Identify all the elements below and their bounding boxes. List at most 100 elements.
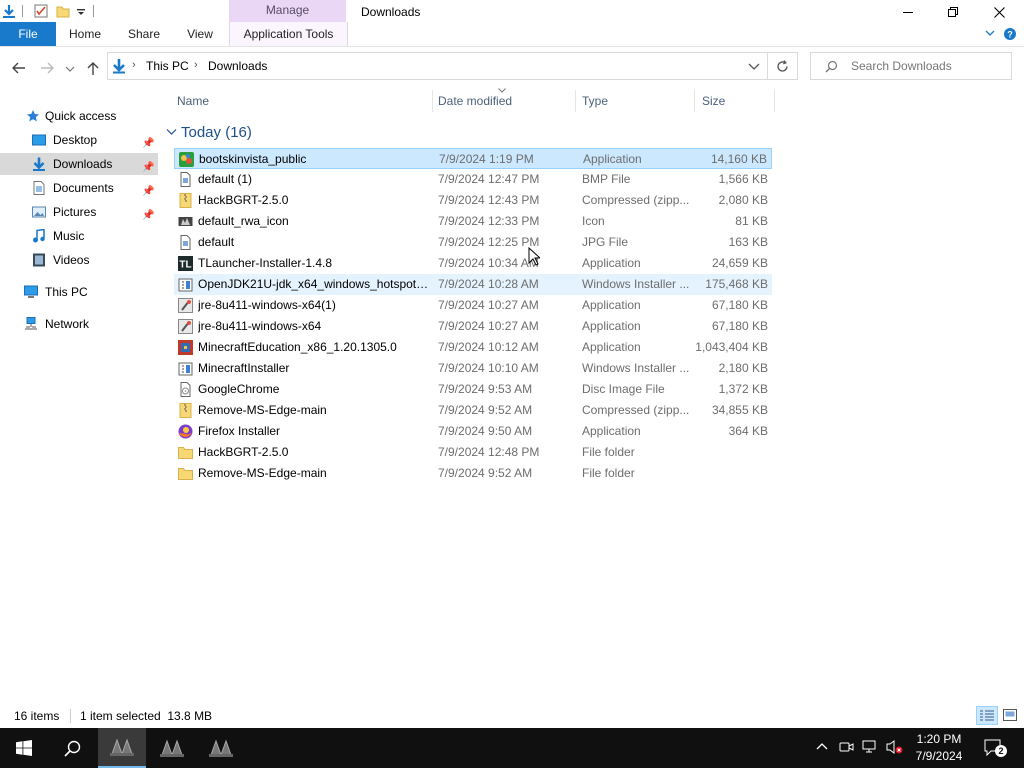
show-hidden-icons-chevron-icon[interactable] (816, 742, 828, 750)
table-row[interactable]: Remove-MS-Edge-main 7/9/2024 9:52 AM Fil… (174, 463, 772, 484)
search-button[interactable] (48, 728, 96, 768)
action-center-button[interactable]: 2 (976, 728, 1016, 768)
table-row[interactable]: MinecraftInstaller 7/9/2024 10:10 AM Win… (174, 358, 772, 379)
file-size: 24,659 KB (711, 256, 768, 270)
file-name: GoogleChrome (198, 382, 280, 396)
refresh-button[interactable] (768, 52, 798, 80)
file-date: 7/9/2024 10:34 AM (438, 256, 539, 270)
file-type: Windows Installer ... (582, 361, 690, 375)
search-box[interactable] (810, 52, 1012, 80)
meet-now-icon[interactable] (838, 739, 854, 755)
nav-downloads[interactable]: Downloads 📌 (0, 153, 158, 175)
tab-view[interactable]: View (180, 22, 220, 46)
nav-music[interactable]: Music (0, 225, 158, 247)
nav-documents[interactable]: Documents 📌 (0, 177, 158, 199)
table-row[interactable]: OpenJDK21U-jdk_x64_windows_hotspot_... 7… (174, 274, 772, 295)
nav-network[interactable]: Network (0, 313, 158, 335)
network-status-icon[interactable] (862, 739, 880, 755)
manage-tab[interactable]: Manage (229, 0, 346, 22)
music-icon (33, 229, 45, 243)
file-type: BMP File (582, 172, 631, 186)
address-history-chevron-icon[interactable] (748, 63, 760, 71)
forward-arrow-icon[interactable] (38, 59, 56, 77)
expand-ribbon-icon[interactable] (985, 29, 995, 37)
table-row[interactable]: default 7/9/2024 12:25 PM JPG File 163 K… (174, 232, 772, 253)
up-arrow-icon[interactable] (84, 59, 102, 77)
taskbar-search-icon (63, 740, 80, 757)
start-button[interactable] (0, 728, 48, 768)
table-row[interactable]: GoogleChrome 7/9/2024 9:53 AM Disc Image… (174, 379, 772, 400)
table-row[interactable]: jre-8u411-windows-x64(1) 7/9/2024 10:27 … (174, 295, 772, 316)
taskbar-app-2[interactable] (148, 728, 196, 768)
minimize-button[interactable] (885, 0, 931, 24)
properties-icon[interactable] (34, 4, 48, 18)
table-row[interactable]: HackBGRT-2.5.0 7/9/2024 12:48 PM File fo… (174, 442, 772, 463)
volume-muted-icon[interactable] (886, 739, 904, 755)
file-date: 7/9/2024 9:52 AM (438, 403, 533, 417)
table-row[interactable]: HackBGRT-2.5.0 7/9/2024 12:43 PM Compres… (174, 190, 772, 211)
file-size: 2,080 KB (718, 193, 768, 207)
restore-icon (948, 7, 958, 17)
taskbar-app-explorer-active[interactable] (98, 728, 146, 768)
nav-quick-access[interactable]: Quick access (0, 105, 158, 127)
column-size[interactable]: Size (702, 88, 772, 114)
nav-desktop[interactable]: Desktop 📌 (0, 129, 158, 151)
table-row[interactable]: TL TLauncher-Installer-1.4.8 7/9/2024 10… (174, 253, 772, 274)
clock[interactable]: 1:20 PM 7/9/2024 (904, 731, 974, 765)
taskbar-app-3[interactable] (197, 728, 245, 768)
close-icon (993, 6, 1005, 18)
table-row[interactable]: Remove-MS-Edge-main 7/9/2024 9:52 AM Com… (174, 400, 772, 421)
file-size: 34,855 KB (711, 403, 768, 417)
file-date: 7/9/2024 12:43 PM (438, 193, 540, 207)
download-arrow-icon[interactable] (2, 4, 16, 18)
column-name[interactable]: Name (177, 88, 427, 114)
tab-share[interactable]: Share (122, 22, 166, 46)
table-row[interactable]: Firefox Installer 7/9/2024 9:50 AM Appli… (174, 421, 772, 442)
downloads-location-icon (113, 59, 125, 74)
file-name: Remove-MS-Edge-main (198, 466, 327, 480)
recent-locations-icon[interactable] (64, 59, 76, 77)
new-folder-icon[interactable] (56, 4, 70, 18)
breadcrumb-downloads[interactable]: Downloads (208, 59, 267, 73)
column-type[interactable]: Type (582, 88, 692, 114)
selection-info: 1 item selected 13.8 MB (80, 709, 213, 723)
file-name: default (198, 235, 235, 249)
table-row[interactable]: default (1) 7/9/2024 12:47 PM BMP File 1… (174, 169, 772, 190)
zip-folder-icon (179, 403, 192, 418)
group-header-today[interactable]: Today (16) (166, 122, 466, 144)
table-row[interactable]: jre-8u411-windows-x64 7/9/2024 10:27 AM … (174, 316, 772, 337)
details-view-button[interactable] (976, 706, 998, 725)
address-bar[interactable]: › This PC › Downloads (107, 52, 768, 80)
nav-this-pc[interactable]: This PC (0, 281, 158, 303)
breadcrumb-this-pc[interactable]: This PC (146, 59, 189, 73)
file-size: 1,372 KB (718, 382, 768, 396)
tab-home[interactable]: Home (62, 22, 108, 46)
tab-application-tools[interactable]: Application Tools (229, 22, 348, 46)
clock-time: 1:20 PM (916, 732, 962, 746)
search-input[interactable] (849, 58, 1003, 74)
large-icons-view-button[interactable] (1000, 706, 1022, 725)
item-count: 16 items (14, 709, 60, 723)
table-row[interactable]: default_rwa_icon 7/9/2024 12:33 PM Icon … (174, 211, 772, 232)
file-name: MinecraftInstaller (198, 361, 290, 375)
column-date-modified[interactable]: Date modified (438, 88, 574, 114)
close-button[interactable] (976, 0, 1022, 24)
computer-icon (24, 285, 38, 298)
table-row[interactable]: bootskinvista_public 7/9/2024 1:19 PM Ap… (174, 148, 772, 169)
java-installer-icon (178, 298, 193, 313)
file-type: Application (582, 298, 641, 312)
back-arrow-icon[interactable] (10, 59, 28, 77)
file-type: Windows Installer ... (582, 277, 690, 291)
title-bar: Manage Downloads (0, 0, 1024, 24)
windows-logo-icon (16, 740, 32, 756)
maximize-button[interactable] (930, 0, 976, 24)
file-type: JPG File (582, 235, 629, 249)
help-icon[interactable]: ? (1003, 27, 1017, 41)
nav-pictures[interactable]: Pictures 📌 (0, 201, 158, 223)
customize-toolbar-icon[interactable] (76, 4, 86, 18)
tab-file[interactable]: File (0, 22, 56, 46)
table-row[interactable]: MinecraftEducation_x86_1.20.1305.0 7/9/2… (174, 337, 772, 358)
app-window-icon (209, 739, 233, 757)
file-type: File folder (582, 466, 635, 480)
nav-videos[interactable]: Videos (0, 249, 158, 271)
